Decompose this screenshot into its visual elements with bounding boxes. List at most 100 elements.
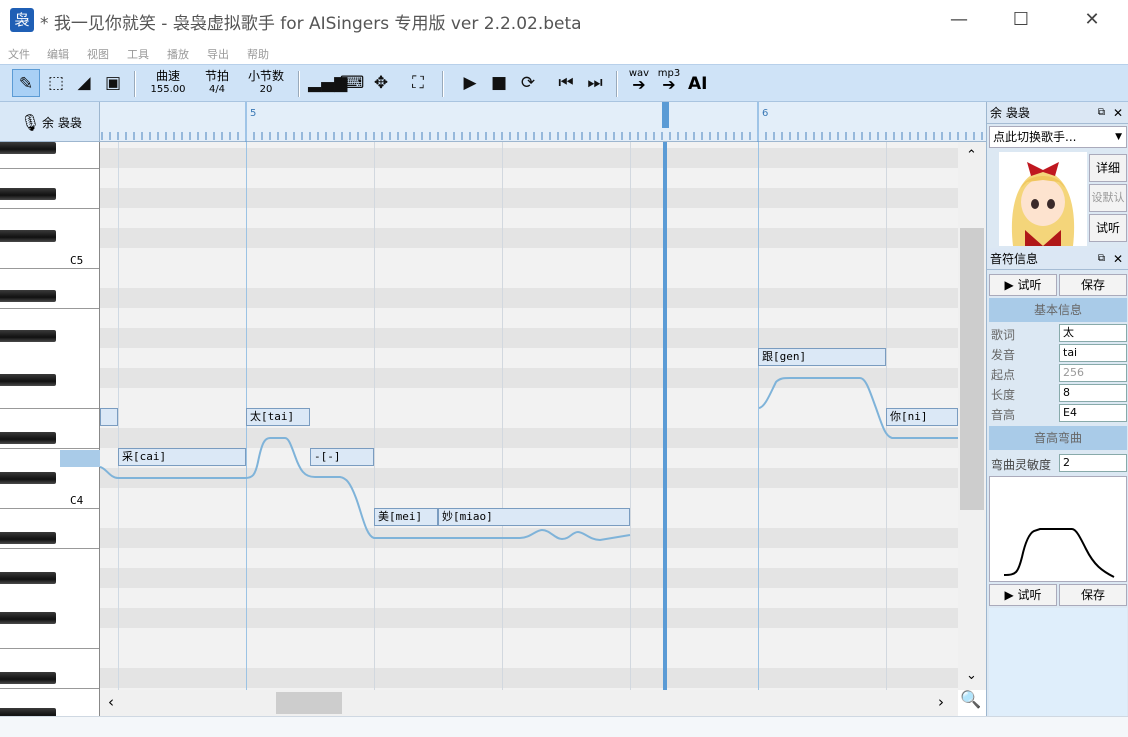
bend-curve: [1003, 528, 1115, 578]
phoneme-input[interactable]: tai: [1059, 344, 1127, 362]
panel-empty-area: [989, 608, 1127, 716]
vertical-scroll-thumb[interactable]: [960, 228, 984, 510]
note-block-partial[interactable]: [100, 408, 118, 426]
timeline-ruler[interactable]: 5 6: [100, 102, 986, 142]
lyric-input[interactable]: 太: [1059, 324, 1127, 342]
menu-view[interactable]: 视图: [87, 46, 109, 62]
chevron-down-icon: ▼: [1115, 132, 1122, 142]
pitch-select[interactable]: E4: [1059, 404, 1127, 422]
stop-icon[interactable]: ■: [485, 69, 513, 97]
bend-listen-button[interactable]: ▶ 试听: [989, 584, 1057, 606]
note-block[interactable]: 采[cai]: [118, 448, 246, 466]
singer-listen-button[interactable]: 试听: [1089, 214, 1127, 242]
menu-play[interactable]: 播放: [167, 46, 189, 62]
note-block[interactable]: 你[ni]: [886, 408, 958, 426]
note-block[interactable]: 妙[miao]: [438, 508, 630, 526]
black-key[interactable]: [0, 290, 56, 302]
keyboard-icon[interactable]: ⌨: [338, 69, 366, 97]
singer-avatar: [999, 152, 1087, 246]
menu-help[interactable]: 帮助: [247, 46, 269, 62]
volume-bars-icon[interactable]: ▂▄▆: [308, 69, 347, 97]
pitch-label: 音高: [991, 408, 1016, 422]
note-save-button[interactable]: 保存: [1059, 274, 1127, 296]
menu-export[interactable]: 导出: [207, 46, 229, 62]
singer-select[interactable]: 点此切换歌手... ▼: [989, 126, 1127, 148]
note-listen-button[interactable]: ▶ 试听: [989, 274, 1057, 296]
pitch-bend-curve-editor[interactable]: [989, 476, 1127, 582]
close-panel-icon[interactable]: ✕: [1113, 248, 1123, 270]
ai-button[interactable]: AI: [688, 74, 707, 94]
black-key[interactable]: [0, 330, 56, 342]
menu-edit[interactable]: 编辑: [47, 46, 69, 62]
loop-icon[interactable]: ⟳: [514, 69, 542, 97]
piano-keyboard[interactable]: C5 C4: [0, 142, 100, 716]
black-key[interactable]: [0, 612, 56, 624]
lyric-label: 歌词: [991, 328, 1016, 342]
zoom-icon[interactable]: 🔍: [960, 690, 981, 710]
pin-icon[interactable]: ⧉: [1098, 248, 1105, 270]
eraser-tool-icon[interactable]: ◢: [70, 69, 98, 97]
maximize-button[interactable]: ☐: [1006, 6, 1036, 34]
tempo-control[interactable]: 曲速 155.00: [146, 69, 190, 97]
horizontal-scroll-thumb[interactable]: [276, 692, 342, 714]
close-button[interactable]: ✕: [1077, 6, 1107, 34]
length-input[interactable]: 8: [1059, 384, 1127, 402]
play-icon[interactable]: ▶: [456, 69, 484, 97]
note-block-selected[interactable]: 太[tai]: [246, 408, 310, 426]
menu-tools[interactable]: 工具: [127, 46, 149, 62]
black-key[interactable]: [0, 572, 56, 584]
tempo-value: 155.00: [150, 84, 186, 95]
bend-save-button[interactable]: 保存: [1059, 584, 1127, 606]
beat-label: 节拍: [204, 69, 229, 83]
note-block[interactable]: 跟[gen]: [758, 348, 886, 366]
select-tool-icon[interactable]: ⬚: [42, 69, 70, 97]
image-tool-icon[interactable]: ▣: [99, 69, 127, 97]
bend-sensitivity-input[interactable]: 2: [1059, 454, 1127, 472]
start-input[interactable]: 256: [1059, 364, 1127, 382]
black-key[interactable]: [0, 708, 56, 716]
track-header[interactable]: 🎙 余 袅袅: [0, 102, 100, 142]
scroll-up-icon[interactable]: ⌃: [966, 148, 977, 163]
tempo-label: 曲速: [155, 69, 180, 83]
black-key[interactable]: [0, 230, 56, 242]
black-key[interactable]: [0, 374, 56, 386]
black-key[interactable]: [0, 188, 56, 200]
set-default-button[interactable]: 设默认: [1089, 184, 1127, 212]
black-key[interactable]: [0, 472, 56, 484]
scroll-left-icon[interactable]: ‹: [108, 693, 114, 711]
beat-control[interactable]: 节拍 4/4: [198, 69, 236, 97]
scroll-right-icon[interactable]: ›: [938, 693, 944, 711]
black-key[interactable]: [0, 532, 56, 544]
black-key[interactable]: [0, 432, 56, 444]
export-wav-button[interactable]: wav ➔: [626, 68, 652, 94]
scroll-down-icon[interactable]: ⌄: [966, 668, 977, 683]
skip-forward-icon[interactable]: ⏭: [581, 69, 609, 97]
length-label: 长度: [991, 388, 1016, 402]
black-key[interactable]: [0, 142, 56, 154]
black-key[interactable]: [0, 672, 56, 684]
horizontal-scrollbar[interactable]: ‹ ›: [100, 690, 958, 716]
arrow-right-icon: ➔: [632, 75, 646, 94]
close-panel-icon[interactable]: ✕: [1113, 102, 1123, 124]
skip-back-icon[interactable]: ⏮: [552, 69, 580, 97]
note-panel-title: 音符信息 ⧉ ✕: [987, 248, 1128, 270]
piano-roll-grid[interactable]: 采[cai] 太[tai] -[-] 美[mei] 妙[miao] 跟[gen]…: [100, 142, 958, 690]
singer-select-label: 点此切换歌手...: [993, 130, 1077, 144]
menu-bar: 文件 编辑 视图 工具 播放 导出 帮助: [0, 42, 1128, 64]
pitch-bend-section: 音高弯曲: [989, 426, 1127, 450]
toolbar-separator: [442, 71, 444, 97]
export-mp3-button[interactable]: mp3 ➔: [656, 68, 682, 93]
fit-view-icon[interactable]: ⛶: [404, 69, 432, 97]
bars-control[interactable]: 小节数 20: [244, 69, 288, 97]
move-icon[interactable]: ✥: [367, 69, 395, 97]
vertical-scrollbar[interactable]: ⌃ ⌄: [958, 142, 986, 690]
singer-detail-button[interactable]: 详细: [1089, 154, 1127, 182]
note-block[interactable]: -[-]: [310, 448, 374, 466]
pin-icon[interactable]: ⧉: [1098, 102, 1105, 124]
pencil-tool-icon[interactable]: ✎: [12, 69, 40, 97]
microphone-icon: 🎙: [20, 113, 41, 132]
pitch-curve: [100, 377, 958, 542]
minimize-button[interactable]: —: [944, 6, 974, 34]
note-block[interactable]: 美[mei]: [374, 508, 438, 526]
menu-file[interactable]: 文件: [8, 46, 30, 62]
